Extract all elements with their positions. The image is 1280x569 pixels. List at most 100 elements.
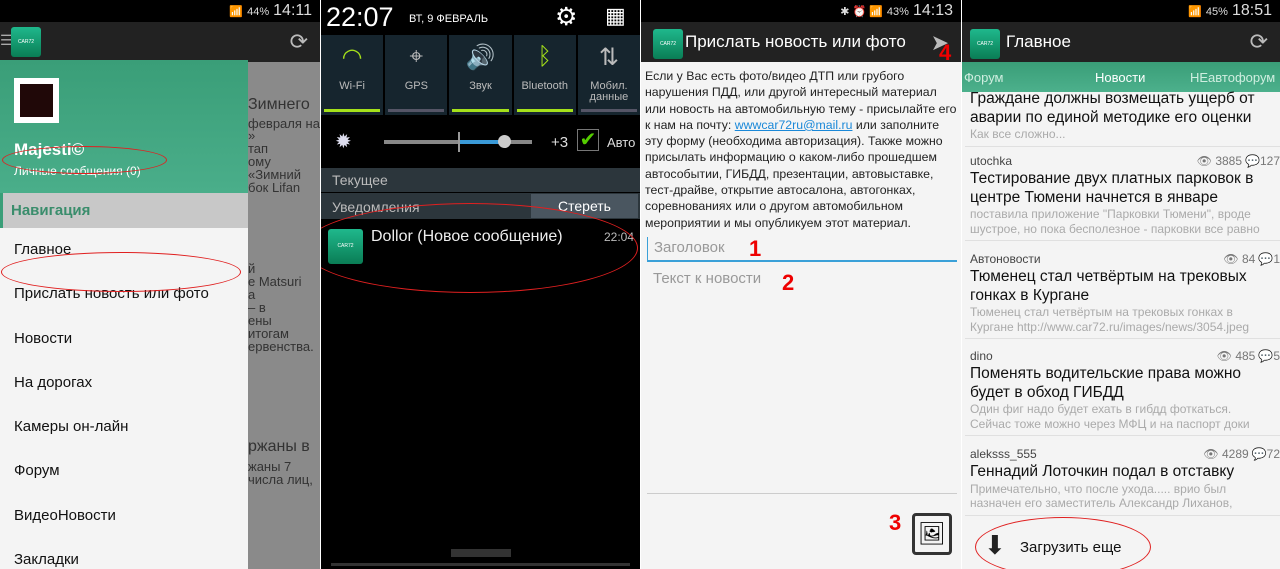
comment-icon: 💬 — [1245, 154, 1260, 168]
drawer-header: Majesti© Личные сообщения (0) — [0, 60, 248, 193]
date: ВТ, 9 ФЕВРАЛЬ — [409, 13, 489, 25]
nav-item[interactable]: Прислать новость или фото — [0, 272, 248, 316]
news-stats: 👁 3885 💬127 — [1197, 154, 1280, 168]
notification-item[interactable]: CAR72 Dollor (Новое сообщение) 22:04 — [321, 219, 640, 291]
news-title[interactable]: Геннадий Лоточкин подал в отставку — [970, 463, 1275, 482]
brightness-icon: ✹ — [335, 131, 352, 153]
avatar[interactable] — [14, 78, 59, 123]
news-item[interactable]: utochka 👁 3885 💬127 Тестирование двух платн… — [965, 150, 1280, 241]
app-logo[interactable]: CAR72 — [970, 29, 1000, 59]
nav-item[interactable]: ВидеоНовости — [0, 494, 248, 538]
nav-item[interactable]: Главное — [0, 228, 248, 272]
news-title[interactable]: Граждане должны возмещать ущерб от авари… — [970, 90, 1275, 127]
news-item[interactable]: aleksss_555 👁 4289 💬72 Геннадий Лоточкин по… — [965, 443, 1280, 516]
news-item[interactable]: dino 👁 485 💬5 Поменять водительские права м… — [965, 345, 1280, 436]
screen-notification-shade: 22:07 ВТ, 9 ФЕВРАЛЬ ⚙ ▦ ◠ Wi-Fi ⌖ GPS 🔊 Звук ᛒ… — [321, 0, 640, 569]
clock: 18:51 — [1231, 2, 1272, 19]
screen-navigation-drawer: 📶 44% 14:11 ☰ CAR72 ⟳ Зимнего февраля на» та… — [0, 0, 320, 569]
status-bar: 📶 44% 14:11 — [0, 0, 320, 22]
toggle-label: Wi-Fi — [339, 80, 365, 92]
news-excerpt: Тюменец стал четвёртым на трековых гонка… — [970, 305, 1250, 334]
news-excerpt: Примечательно, что после ухода..... врио… — [970, 481, 1233, 511]
app-logo[interactable]: CAR72 — [11, 27, 41, 57]
toggle-wi-fi[interactable]: ◠ Wi-Fi — [321, 35, 384, 115]
refresh-icon[interactable]: ⟳ — [1250, 29, 1268, 55]
news-title[interactable]: Тестирование двух платных парковок в цен… — [970, 170, 1275, 207]
app-logo[interactable]: CAR72 — [653, 29, 683, 59]
action-bar: ☰ CAR72 ⟳ — [0, 22, 320, 62]
news-item[interactable]: Граждане должны возмещать ущерб от авари… — [965, 90, 1280, 147]
nav-item[interactable]: Закладки — [0, 538, 248, 569]
views-count: 84 — [1242, 252, 1256, 266]
news-text-input[interactable]: Текст к новости — [647, 270, 957, 494]
shade-header: 22:07 ВТ, 9 ФЕВРАЛЬ ⚙ ▦ — [321, 0, 640, 33]
toggle-звук[interactable]: 🔊 Звук — [449, 35, 512, 115]
wifi-icon: ◠ — [341, 44, 363, 71]
screen-submit-news: ✱ ⏰ 📶 43% 14:13 CAR72 Прислать новость или… — [641, 0, 961, 569]
toggle-gps[interactable]: ⌖ GPS — [385, 35, 448, 115]
toggle-bluetooth[interactable]: ᛒ Bluetooth — [513, 35, 576, 115]
brightness-slider[interactable] — [384, 132, 532, 152]
email-link[interactable]: wwwcar72ru@mail.ru — [735, 118, 853, 132]
nav-item[interactable]: Камеры он-лайн — [0, 405, 248, 449]
quick-panel-grid-icon[interactable]: ▦ — [605, 3, 626, 29]
notifications-section: Уведомления Стереть — [321, 193, 640, 219]
toggle-label: Мобил. данные — [589, 80, 629, 103]
news-stats: 👁 4289 💬72 — [1203, 447, 1280, 461]
views-count: 4289 — [1221, 447, 1249, 461]
battery-level: 45% — [1205, 6, 1228, 18]
background-text-fragment: e Matsuri — [248, 274, 302, 289]
notification-time: 22:04 — [603, 230, 634, 244]
views-count: 485 — [1235, 349, 1256, 363]
toggle-indicator — [324, 109, 381, 112]
background-text-fragment: февраля на — [248, 116, 320, 131]
screen-title: Главное — [1006, 32, 1071, 51]
nav-item[interactable]: На дорогах — [0, 361, 248, 405]
eye-icon: 👁 — [1203, 447, 1222, 461]
eye-icon: 👁 — [1196, 154, 1216, 168]
toggle-indicator — [516, 109, 573, 112]
attach-image-button[interactable]: 🖼 — [912, 513, 952, 555]
news-title[interactable]: Поменять водительские права можно будет … — [970, 365, 1275, 402]
description-text: Если у Вас есть фото/видео ДТП или грубо… — [645, 69, 957, 230]
clear-button[interactable]: Стереть — [531, 194, 638, 218]
news-title[interactable]: Тюменец стал четвёртым на трековых гонка… — [970, 268, 1275, 305]
annotation-number: 2 — [782, 270, 795, 295]
notification-title: Dollor (Новое сообщение) — [371, 228, 563, 245]
annotation-number: 4 — [939, 40, 952, 65]
shade-drag-handle[interactable] — [451, 549, 511, 557]
background-text-fragment: Зимнего — [248, 96, 310, 113]
eye-icon: 👁 — [1223, 252, 1242, 266]
news-item[interactable]: Автоновости 👁 84 💬1 Тюменец стал четвёртым … — [965, 248, 1280, 339]
comment-icon: 💬 — [1251, 447, 1267, 461]
toggle-мобил-данные[interactable]: ⇅ Мобил. данные — [577, 35, 640, 115]
background-content: Зимнего февраля на» тап ому «Зимний бок Lifan… — [248, 62, 320, 569]
download-arrow-icon: ⬇ — [984, 530, 1006, 560]
nav-item[interactable]: Новости — [0, 317, 248, 361]
gps-icon: ⌖ — [409, 43, 424, 70]
toggle-label: Звук — [469, 80, 492, 92]
current-section: Текущее — [321, 168, 640, 192]
comment-icon: 💬 — [1258, 252, 1274, 266]
refresh-icon[interactable]: ⟳ — [290, 29, 308, 55]
comments-count: 5 — [1273, 349, 1280, 363]
settings-icon[interactable]: ⚙ — [555, 2, 577, 32]
comments-count: 72 — [1266, 447, 1280, 461]
nav-item[interactable]: Форум — [0, 449, 248, 493]
background-text-fragment: ервенства. — [248, 339, 314, 354]
action-bar: CAR72 Главное ⟳ — [962, 22, 1280, 62]
brightness-value: +3 — [551, 134, 569, 151]
app-icon: CAR72 — [328, 229, 363, 264]
title-input[interactable]: Заголовок — [647, 237, 957, 262]
navigation-drawer: Majesti© Личные сообщения (0) Навигация … — [0, 60, 248, 569]
toggle-indicator — [452, 109, 509, 112]
screen-news-feed: 📶 45% 18:51 CAR72 Главное ⟳ Форум Новости … — [962, 0, 1280, 569]
private-messages-link[interactable]: Личные сообщения (0) — [14, 164, 141, 178]
battery-level: 44% — [247, 6, 270, 18]
load-more-label: Загрузить еще — [1020, 539, 1122, 556]
load-more-button[interactable]: ⬇ Загрузить еще — [962, 522, 1280, 569]
auto-checkbox[interactable]: ✔ — [577, 129, 599, 151]
status-bar: ✱ ⏰ 📶 43% 14:13 — [641, 0, 961, 22]
battery-level: 43% — [886, 6, 909, 18]
news-excerpt: Как все сложно... — [970, 127, 1066, 141]
